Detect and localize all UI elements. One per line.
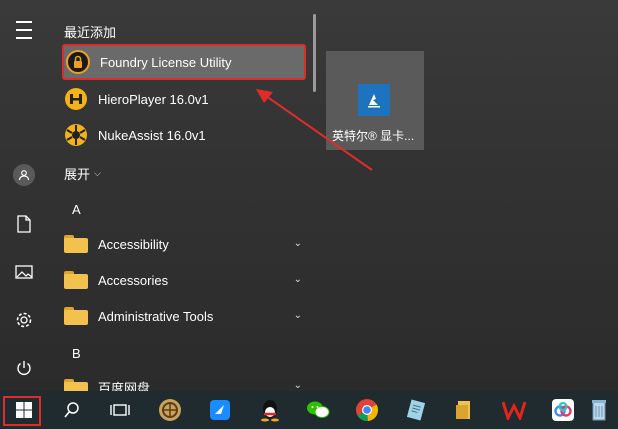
wechat-icon[interactable] <box>294 391 342 429</box>
start-rail <box>0 0 48 391</box>
start-button-highlight <box>3 396 41 426</box>
pictures-icon[interactable] <box>6 254 42 290</box>
folder-label: Accessories <box>98 272 169 288</box>
chrome-icon[interactable] <box>343 391 391 429</box>
power-icon[interactable] <box>6 350 42 386</box>
notepad-icon[interactable] <box>392 391 440 429</box>
recent-section-title: 最近添加 <box>64 25 117 40</box>
expand-label: 展开 <box>64 167 91 182</box>
user-icon <box>13 164 35 186</box>
folder-label: 百度网盘 <box>98 381 151 391</box>
nukeassist-icon <box>64 123 88 147</box>
qq-icon[interactable] <box>246 391 294 429</box>
hieroplayer-icon <box>64 87 88 111</box>
hamburger-menu-icon[interactable] <box>6 12 42 48</box>
foundry-license-icon <box>66 50 90 74</box>
folder-icon <box>64 232 88 256</box>
search-icon[interactable] <box>48 391 96 429</box>
app-nukeassist[interactable]: NukeAssist 16.0v1 <box>62 117 306 153</box>
expand-button[interactable]: 展开 ⌵ <box>64 164 101 183</box>
app-circle-icon[interactable] <box>146 391 194 429</box>
chevron-down-icon: ⌄ <box>293 238 302 249</box>
chevron-down-icon: ⌵ <box>94 168 101 178</box>
app-label: HieroPlayer 16.0v1 <box>98 91 209 107</box>
folder-label: Accessibility <box>98 236 169 252</box>
chevron-down-icon: ⌄ <box>293 274 302 285</box>
taskbar <box>0 391 618 429</box>
user-button[interactable] <box>6 157 42 193</box>
chevron-down-icon: ⌄ <box>293 380 302 391</box>
chevron-down-icon: ⌄ <box>293 310 302 321</box>
intel-graphics-icon <box>358 84 390 116</box>
wps-icon[interactable] <box>490 391 538 429</box>
app-list: 最近添加 Foundry License Utility HieroPlayer… <box>48 0 310 391</box>
group-letter-a[interactable]: A <box>72 202 81 217</box>
feishu-icon[interactable] <box>196 391 244 429</box>
folder-icon <box>64 304 88 328</box>
group-letter-b[interactable]: B <box>72 346 81 361</box>
tile-intel-graphics[interactable]: 英特尔® 显卡... <box>326 51 424 150</box>
folder-label: Administrative Tools <box>98 308 214 324</box>
app-label: NukeAssist 16.0v1 <box>98 127 206 143</box>
documents-icon[interactable] <box>6 206 42 242</box>
start-menu: 最近添加 Foundry License Utility HieroPlayer… <box>0 0 618 391</box>
tile-label: 英特尔® 显卡... <box>332 129 415 143</box>
folder-accessibility[interactable]: Accessibility ⌄ <box>62 226 306 262</box>
app-foundry-license-utility[interactable]: Foundry License Utility <box>62 44 306 80</box>
folder-baidu-netdisk[interactable]: 百度网盘 ⌄ <box>62 370 306 391</box>
app-label: Foundry License Utility <box>100 54 232 70</box>
scrollbar[interactable] <box>313 14 316 92</box>
folder-accessories[interactable]: Accessories ⌄ <box>62 262 306 298</box>
folder-icon <box>64 268 88 292</box>
app-hieroplayer[interactable]: HieroPlayer 16.0v1 <box>62 81 306 117</box>
recycle-bin-icon[interactable] <box>588 391 618 429</box>
folder-administrative-tools[interactable]: Administrative Tools ⌄ <box>62 298 306 334</box>
folder-icon <box>64 376 88 391</box>
settings-icon[interactable] <box>6 302 42 338</box>
task-view-icon[interactable] <box>96 391 144 429</box>
baidu-netdisk-icon[interactable] <box>539 391 587 429</box>
file-explorer-icon[interactable] <box>440 391 488 429</box>
